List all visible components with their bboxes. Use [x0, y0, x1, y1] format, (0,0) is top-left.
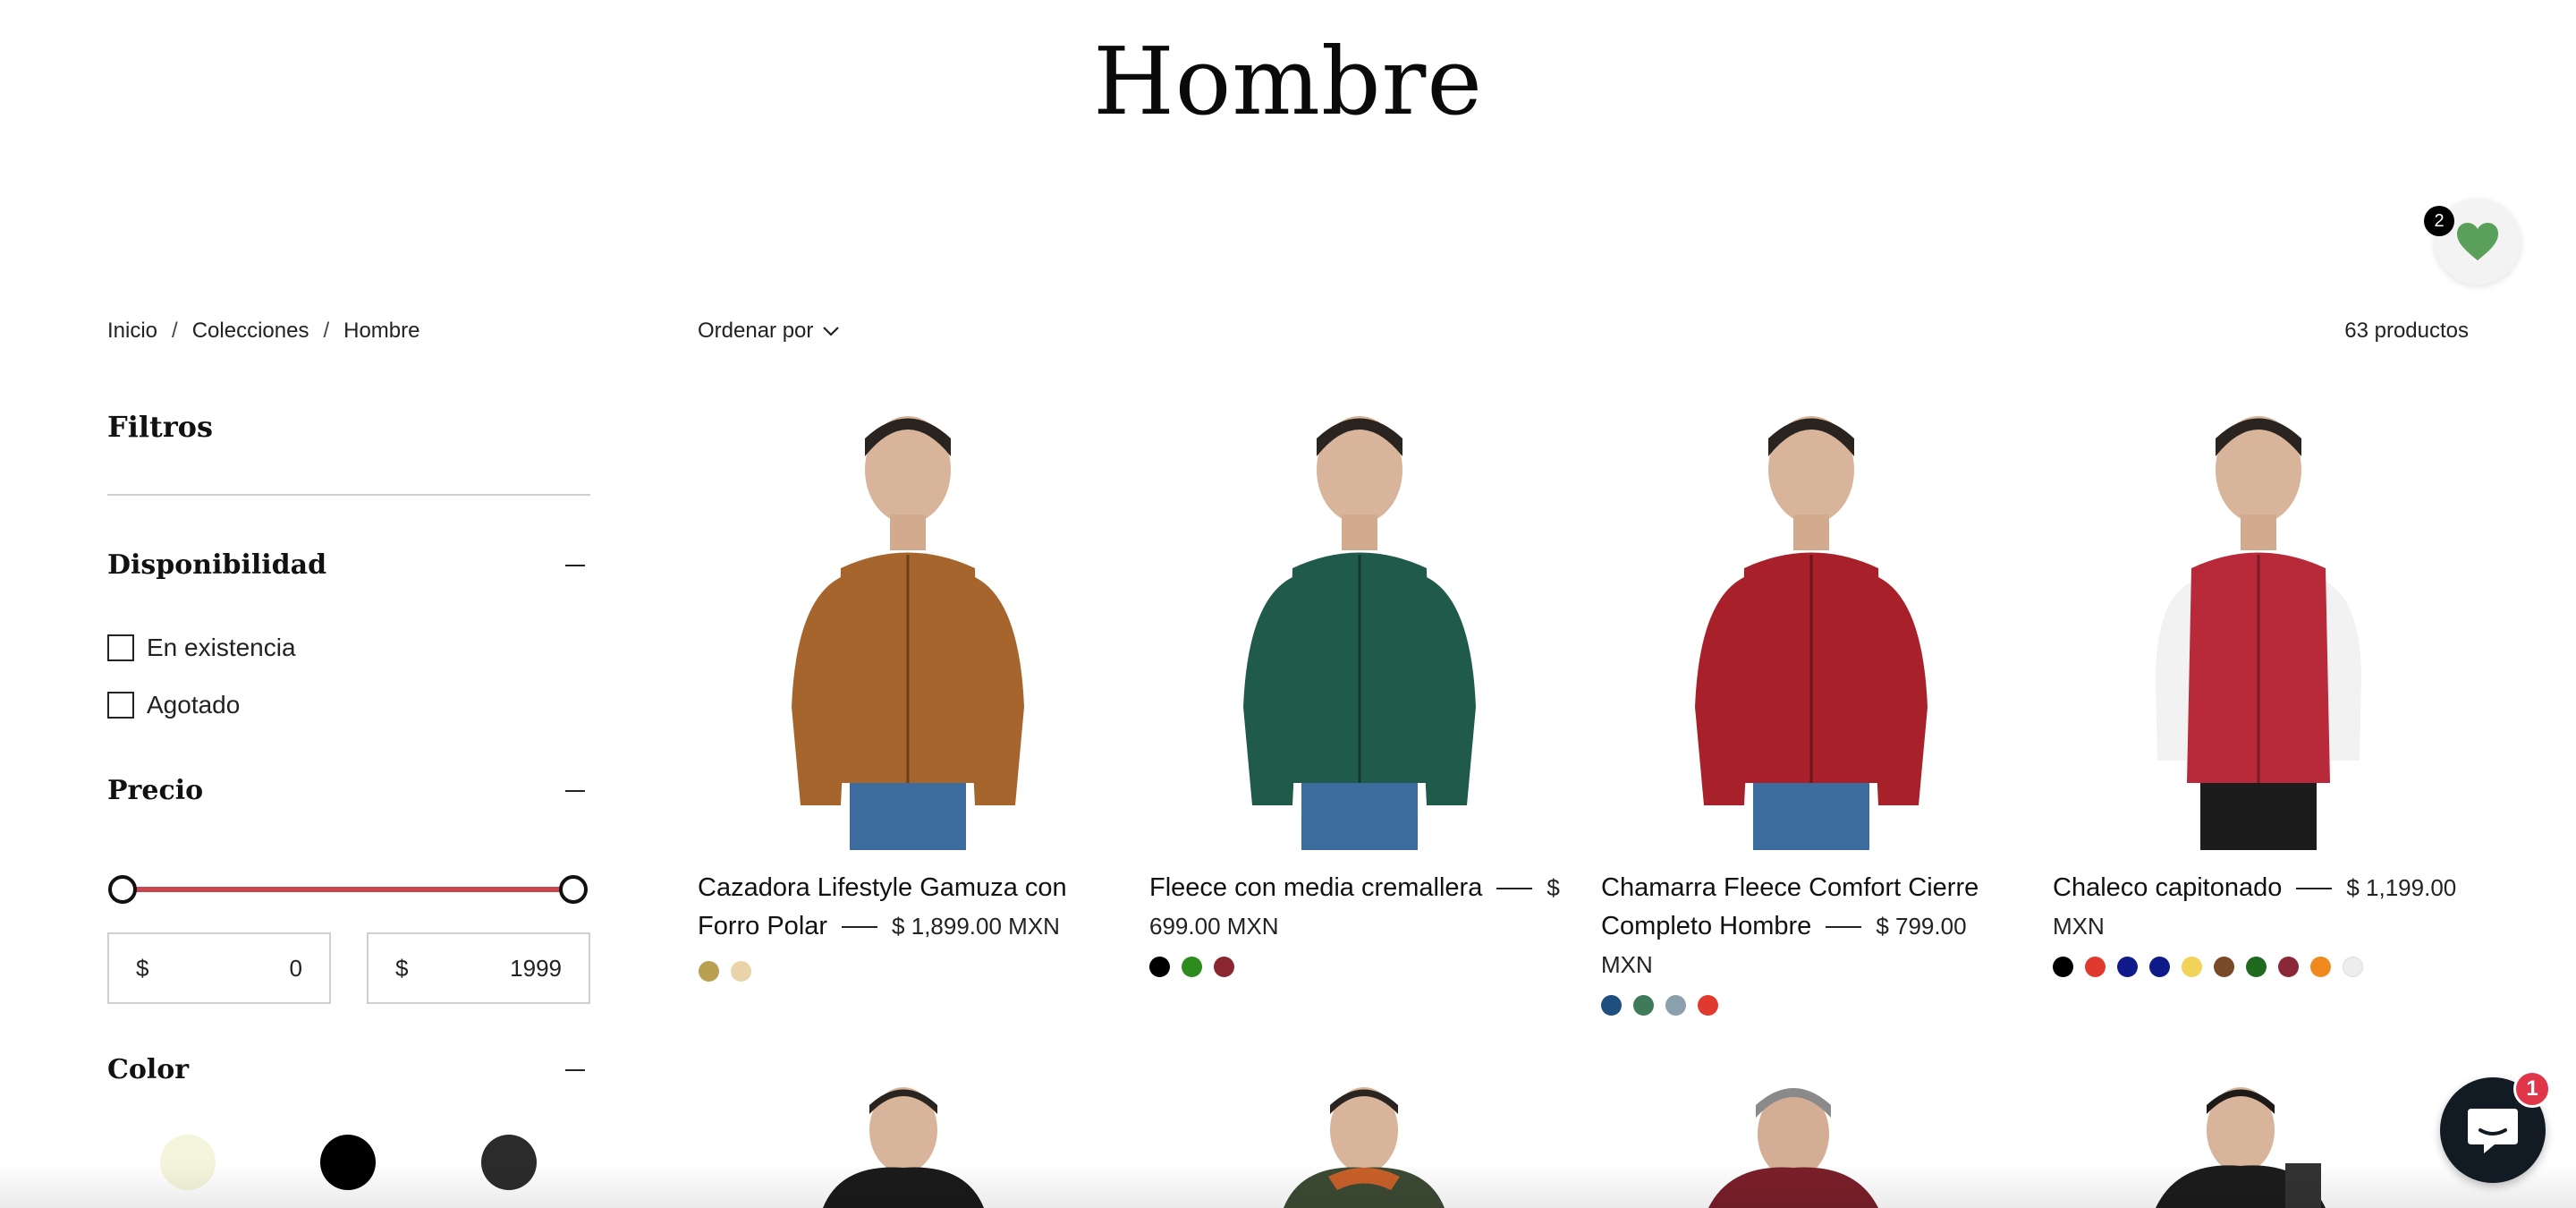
- minus-icon: [565, 789, 585, 792]
- filters-title: Filtros: [107, 410, 214, 444]
- facet-price-title: Precio: [107, 775, 204, 806]
- facet-availability-title: Disponibilidad: [107, 549, 327, 581]
- minus-icon: [565, 564, 585, 566]
- breadcrumb-home[interactable]: Inicio: [107, 319, 157, 344]
- product-color-swatch[interactable]: [1665, 995, 1686, 1016]
- price-max-value: 1999: [510, 954, 562, 982]
- product-color-swatch[interactable]: [1698, 995, 1718, 1016]
- product-image-row2[interactable]: [2106, 1078, 2375, 1208]
- color-swatch[interactable]: [160, 1135, 216, 1190]
- currency-symbol: $: [395, 954, 409, 982]
- product-swatches: [699, 961, 751, 982]
- filter-out-of-stock-label: Agotado: [147, 691, 241, 719]
- chat-icon: [2468, 1109, 2518, 1153]
- wishlist-button[interactable]: 2: [2424, 199, 2521, 285]
- filter-out-of-stock[interactable]: Agotado: [107, 691, 240, 719]
- product-title-link[interactable]: Fleece con media cremallera: [1149, 873, 1482, 902]
- price-min-value: 0: [289, 954, 302, 982]
- product-color-swatch[interactable]: [1182, 957, 1202, 977]
- facet-availability-toggle[interactable]: Disponibilidad: [107, 549, 590, 581]
- divider: [842, 926, 878, 929]
- chat-button[interactable]: 1: [2440, 1070, 2551, 1183]
- checkbox[interactable]: [107, 634, 134, 661]
- product-color-swatch[interactable]: [2085, 957, 2106, 977]
- product-color-swatch[interactable]: [1149, 957, 1170, 977]
- product-swatches: [2053, 957, 2363, 977]
- product-color-swatch[interactable]: [2149, 957, 2170, 977]
- facet-price-toggle[interactable]: Precio: [107, 775, 590, 806]
- chevron-down-icon: [823, 327, 840, 336]
- product-card-text: Fleece con media cremallera $ 699.00 MXN: [1149, 869, 1561, 946]
- breadcrumb-separator: /: [323, 319, 330, 343]
- chat-notification-badge: 1: [2513, 1070, 2551, 1108]
- product-image-row2[interactable]: [1659, 1078, 1928, 1208]
- product-image-row2[interactable]: [1230, 1078, 1498, 1208]
- price-min-input[interactable]: $ 0: [107, 932, 331, 1004]
- product-color-swatch[interactable]: [2214, 957, 2234, 977]
- breadcrumb-collections[interactable]: Colecciones: [192, 319, 309, 344]
- facet-color-toggle[interactable]: Color: [107, 1054, 590, 1085]
- product-color-swatch[interactable]: [1633, 995, 1654, 1016]
- breadcrumb-separator: /: [172, 319, 178, 343]
- filter-in-stock-label: En existencia: [147, 634, 296, 661]
- checkbox[interactable]: [107, 692, 134, 719]
- filter-in-stock[interactable]: En existencia: [107, 634, 296, 662]
- product-swatches: [1601, 995, 1718, 1016]
- product-color-swatch[interactable]: [1214, 957, 1234, 977]
- price-range-min-handle[interactable]: [108, 875, 137, 904]
- product-image-row2[interactable]: [769, 1078, 1038, 1208]
- sort-dropdown[interactable]: Ordenar por: [698, 319, 840, 344]
- product-color-swatch[interactable]: [2278, 957, 2299, 977]
- product-price: $ 1,899.00 MXN: [892, 913, 1060, 940]
- heart-icon: [2457, 223, 2498, 260]
- product-color-swatch[interactable]: [699, 961, 719, 982]
- product-color-swatch[interactable]: [2246, 957, 2267, 977]
- divider: [1496, 888, 1533, 890]
- minus-icon: [565, 1068, 585, 1071]
- color-swatch[interactable]: [320, 1135, 376, 1190]
- price-range-max-handle[interactable]: [559, 875, 588, 904]
- product-image[interactable]: [707, 385, 1109, 850]
- divider: [2296, 888, 2333, 890]
- product-swatches: [1149, 957, 1234, 977]
- product-image[interactable]: [2057, 385, 2460, 850]
- divider: [107, 494, 590, 496]
- product-color-swatch[interactable]: [1601, 995, 1622, 1016]
- product-card-text: Chaleco capitonado $ 1,199.00 MXN: [2053, 869, 2464, 946]
- page-title: Hombre: [1093, 27, 1483, 136]
- divider: [1826, 926, 1862, 929]
- product-image[interactable]: [1610, 385, 2012, 850]
- product-color-swatch[interactable]: [2053, 957, 2073, 977]
- product-color-swatch[interactable]: [2310, 957, 2331, 977]
- breadcrumb-current: Hombre: [343, 319, 420, 343]
- product-title-link[interactable]: Chaleco capitonado: [2053, 873, 2282, 902]
- product-color-swatch[interactable]: [2182, 957, 2202, 977]
- facet-color-title: Color: [107, 1054, 190, 1085]
- color-swatch[interactable]: [481, 1135, 537, 1190]
- currency-symbol: $: [136, 954, 149, 982]
- product-card-text: Chamarra Fleece Comfort Cierre Completo …: [1601, 869, 2012, 984]
- breadcrumb: Inicio / Colecciones / Hombre: [107, 319, 419, 344]
- product-color-swatch[interactable]: [2343, 957, 2363, 977]
- product-card-text: Cazadora Lifestyle Gamuza con Forro Pola…: [698, 869, 1109, 946]
- product-color-swatch[interactable]: [731, 961, 751, 982]
- product-color-swatch[interactable]: [2117, 957, 2138, 977]
- wishlist-count-badge: 2: [2424, 206, 2454, 236]
- sort-label: Ordenar por: [698, 319, 814, 343]
- price-range-track[interactable]: [122, 887, 574, 892]
- product-count: 63 productos: [2344, 319, 2469, 343]
- product-image[interactable]: [1158, 385, 1561, 850]
- price-max-input[interactable]: $ 1999: [367, 932, 590, 1004]
